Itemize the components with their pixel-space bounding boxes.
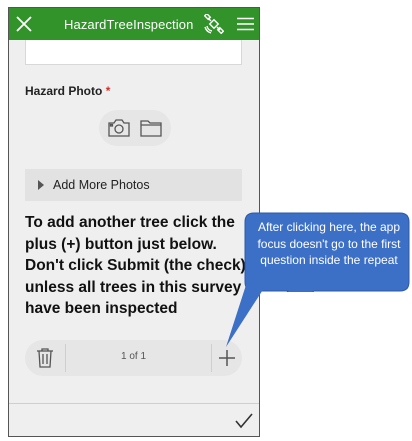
callout-pointer (226, 285, 266, 347)
add-more-photos-label: Add More Photos (53, 178, 150, 192)
hazard-photo-label: Hazard Photo * (25, 84, 110, 98)
footer-bar (9, 403, 259, 436)
photo-capture-group (99, 110, 171, 146)
submit-check-icon[interactable] (235, 413, 253, 429)
satellite-gps-icon[interactable] (204, 14, 224, 34)
instructions-text: To add another tree click the plus (+) b… (25, 214, 246, 317)
previous-field-input[interactable] (25, 40, 242, 65)
callout-text: After clicking here, the app focus doesn… (257, 220, 401, 267)
title-bar: HazardTreeInspection (9, 8, 259, 40)
repeat-navigation-bar: 1 of 1 (25, 340, 242, 376)
close-icon[interactable] (15, 15, 33, 33)
camera-icon[interactable] (107, 118, 131, 138)
folder-icon[interactable] (139, 118, 163, 138)
expand-triangle-icon (38, 180, 44, 190)
app-title: HazardTreeInspection (64, 17, 194, 32)
survey-app-window: HazardTreeInspection Hazard Photo * Add … (8, 7, 260, 437)
repeat-counter: 1 of 1 (120, 351, 147, 362)
divider (211, 344, 212, 372)
required-marker: * (105, 84, 111, 98)
hamburger-menu-icon[interactable] (237, 17, 254, 31)
add-more-photos-group[interactable]: Add More Photos (25, 169, 242, 201)
hazard-photo-label-text: Hazard Photo (25, 84, 103, 98)
